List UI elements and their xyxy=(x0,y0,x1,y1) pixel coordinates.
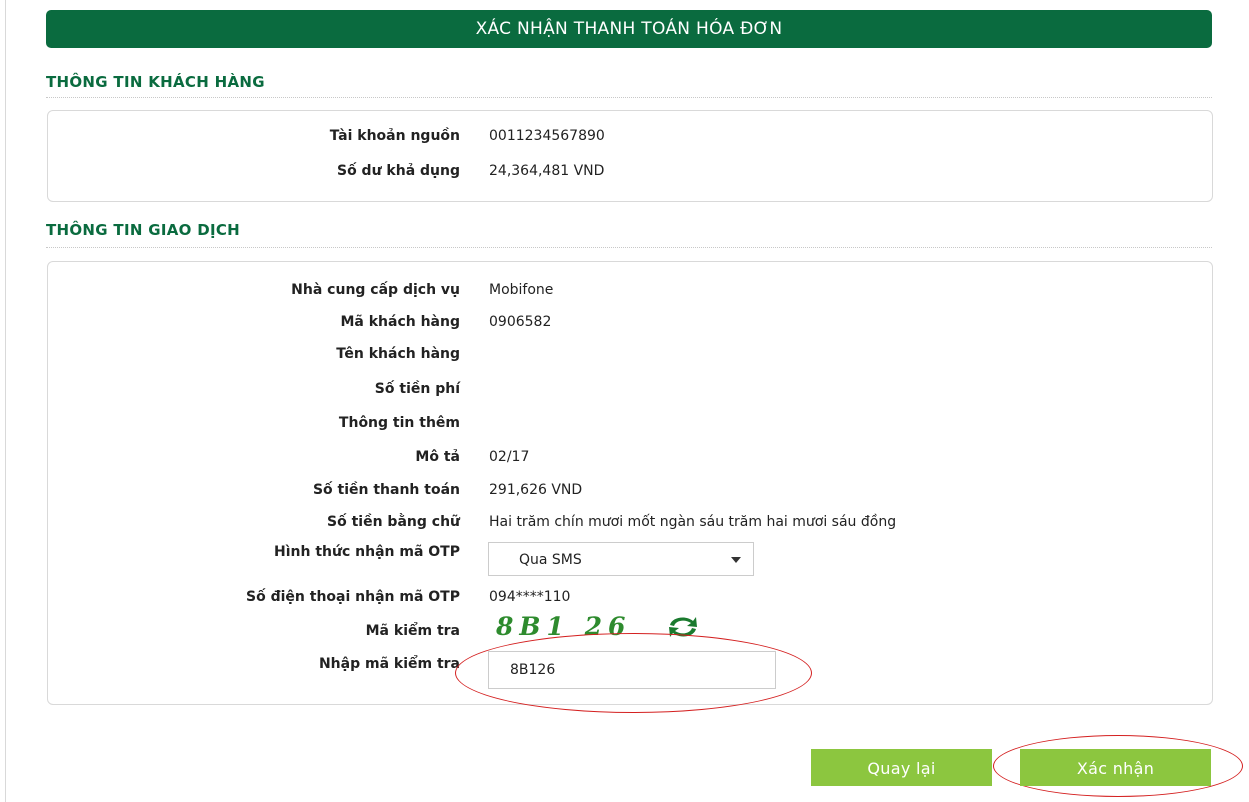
tx-label: Mã khách hàng xyxy=(340,314,460,330)
customer-info-panel: Tài khoản nguồn 0011234567890 Số dư khả … xyxy=(47,110,1213,202)
otp-method-select[interactable]: Qua SMS xyxy=(488,542,754,576)
tx-value: 094****110 xyxy=(489,589,571,605)
tx-value: 291,626 VND xyxy=(489,482,583,498)
tx-row-otp-phone: Số điện thoại nhận mã OTP 094****110 xyxy=(48,586,1212,608)
payment-confirmation-page: XÁC NHẬN THANH TOÁN HÓA ĐƠN THÔNG TIN KH… xyxy=(0,0,1249,802)
tx-row-provider: Nhà cung cấp dịch vụ Mobifone xyxy=(48,279,1212,301)
page-title: XÁC NHẬN THANH TOÁN HÓA ĐƠN xyxy=(46,10,1212,48)
tx-label: Nhập mã kiểm tra xyxy=(318,656,460,672)
captcha-input[interactable] xyxy=(488,651,776,689)
refresh-icon[interactable] xyxy=(664,612,702,642)
info-row-source-account: Tài khoản nguồn 0011234567890 xyxy=(48,125,1212,147)
tx-label: Số điện thoại nhận mã OTP xyxy=(246,589,460,605)
tx-label: Thông tin thêm xyxy=(338,415,460,431)
tx-label: Số tiền phí xyxy=(374,381,460,397)
tx-row-amount-in-words: Số tiền bằng chữ Hai trăm chín mươi mốt … xyxy=(48,511,1212,533)
transaction-section-title: THÔNG TIN GIAO DỊCH xyxy=(46,221,240,239)
info-row-available-balance: Số dư khả dụng 24,364,481 VND xyxy=(48,160,1212,182)
customer-section-title: THÔNG TIN KHÁCH HÀNG xyxy=(46,73,265,91)
tx-value: Hai trăm chín mươi mốt ngàn sáu trăm hai… xyxy=(489,514,897,530)
tx-value: Mobifone xyxy=(489,282,554,298)
tx-label: Tên khách hàng xyxy=(336,346,460,362)
chevron-down-icon xyxy=(731,557,741,563)
tx-row-description: Mô tả 02/17 xyxy=(48,446,1212,468)
tx-row-customer-name: Tên khách hàng xyxy=(48,343,1212,365)
section-divider xyxy=(46,247,1212,248)
tx-row-extra-info: Thông tin thêm xyxy=(48,412,1212,434)
info-label: Tài khoản nguồn xyxy=(329,128,460,144)
tx-label: Số tiền bằng chữ xyxy=(327,514,460,530)
info-label: Số dư khả dụng xyxy=(336,163,460,179)
tx-label: Nhà cung cấp dịch vụ xyxy=(291,282,460,298)
captcha-image: 8B1 26 xyxy=(496,612,632,641)
section-divider xyxy=(46,97,1212,98)
left-border xyxy=(5,0,6,802)
back-button[interactable]: Quay lại xyxy=(811,749,992,786)
info-value: 0011234567890 xyxy=(489,128,605,144)
tx-label: Mô tả xyxy=(415,449,460,465)
tx-row-customer-code: Mã khách hàng 0906582 xyxy=(48,311,1212,333)
tx-value: 0906582 xyxy=(489,314,552,330)
tx-row-payment-amount: Số tiền thanh toán 291,626 VND xyxy=(48,479,1212,501)
tx-label: Mã kiểm tra xyxy=(365,623,460,639)
tx-row-fee: Số tiền phí xyxy=(48,378,1212,400)
tx-label: Hình thức nhận mã OTP xyxy=(274,544,460,560)
tx-label: Số tiền thanh toán xyxy=(312,482,460,498)
tx-value: 02/17 xyxy=(489,449,530,465)
confirm-button[interactable]: Xác nhận xyxy=(1020,749,1211,786)
otp-method-selected: Qua SMS xyxy=(519,552,582,568)
info-value: 24,364,481 VND xyxy=(489,163,605,179)
